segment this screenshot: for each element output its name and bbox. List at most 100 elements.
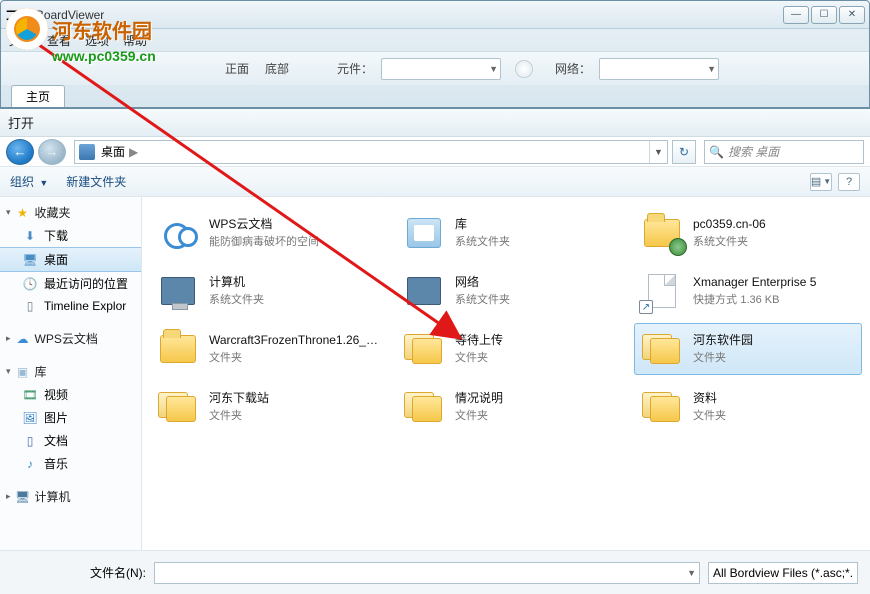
window-controls: — ☐ ✕	[783, 6, 865, 24]
file-item[interactable]: 河东下载站 文件夹	[150, 381, 386, 433]
bulb-icon[interactable]	[515, 60, 533, 78]
sidebar-downloads[interactable]: ⬇下载	[0, 224, 141, 247]
toolbar-component-label: 元件：	[337, 60, 373, 77]
app-icon: ⊐⊏	[5, 5, 32, 25]
expand-icon: ▾	[6, 207, 11, 218]
file-item-text: 库 系统文件夹	[455, 216, 510, 249]
star-icon: ★	[15, 205, 31, 221]
document-icon: ▯	[22, 433, 38, 449]
nav-forward-button[interactable]: →	[38, 139, 66, 165]
file-item-text: 网络 系统文件夹	[455, 274, 510, 307]
file-item[interactable]: 计算机 系统文件夹	[150, 265, 386, 317]
menu-file[interactable]: 文件	[9, 32, 33, 49]
page-icon: ↗	[641, 270, 683, 312]
breadcrumb-sep[interactable]: ▶	[129, 145, 138, 159]
computer-icon: 🖥	[15, 489, 31, 505]
lib-icon	[403, 212, 445, 254]
sidebar-libraries[interactable]: ▾▣库	[0, 360, 141, 383]
toolbar-bottom-label[interactable]: 底部	[265, 60, 289, 77]
expand-icon: ▸	[6, 491, 11, 502]
desktop-icon: 🖥	[22, 252, 38, 268]
close-button[interactable]: ✕	[839, 6, 865, 24]
help-button[interactable]: ?	[838, 173, 860, 191]
breadcrumb[interactable]: 桌面 ▶ ▼	[74, 140, 668, 164]
organize-button[interactable]: 组织 ▼	[10, 173, 48, 190]
filename-input[interactable]: ▼	[154, 562, 700, 584]
dialog-titlebar: 打开	[0, 109, 870, 137]
file-item-name: Xmanager Enterprise 5	[693, 274, 816, 290]
main-titlebar: ⊐⊏ BoardViewer — ☐ ✕	[1, 1, 869, 29]
file-item-name: 河东下载站	[209, 390, 269, 406]
file-item-type: 文件夹	[455, 352, 488, 364]
file-item[interactable]: pc0359.cn-06 系统文件夹	[634, 207, 862, 259]
file-item[interactable]: 河东软件园 文件夹	[634, 323, 862, 375]
folderopen-icon	[641, 386, 683, 428]
cloud-icon: ☁	[15, 331, 31, 347]
file-item-text: 河东软件园 文件夹	[693, 332, 753, 365]
sidebar-video[interactable]: 🎞视频	[0, 383, 141, 406]
main-toolbar: 正面 底部 元件： ▼ 网络： ▼	[1, 51, 869, 85]
search-input[interactable]: 🔍 搜索 桌面	[704, 140, 864, 164]
file-item[interactable]: 等待上传 文件夹	[396, 323, 624, 375]
menu-options[interactable]: 选项	[85, 32, 109, 49]
file-item-text: 等待上传 文件夹	[455, 332, 503, 365]
toolbar-front-label[interactable]: 正面	[225, 60, 249, 77]
filetype-filter[interactable]: All Bordview Files (*.asc;*.	[708, 562, 858, 584]
sidebar-computer[interactable]: ▸🖥计算机	[0, 485, 141, 508]
file-item-type: 系统文件夹	[693, 236, 748, 248]
sidebar-wps[interactable]: ▸☁WPS云文档	[0, 327, 141, 350]
file-item-name: 库	[455, 216, 510, 232]
expand-icon: ▾	[6, 366, 11, 377]
file-item[interactable]: Warcraft3FrozenThrone1.26_chs 文件夹	[150, 323, 386, 375]
dialog-body: ▾★收藏夹 ⬇下载 🖥桌面 🕓最近访问的位置 ▯Timeline Explor …	[0, 197, 870, 550]
net-dropdown[interactable]: ▼	[599, 58, 719, 80]
file-item-name: WPS云文档	[209, 216, 319, 232]
search-icon: 🔍	[709, 145, 724, 159]
breadcrumb-root[interactable]: 桌面	[101, 143, 125, 160]
recent-icon: 🕓	[22, 276, 38, 292]
file-item-type: 文件夹	[455, 410, 488, 422]
file-item-name: pc0359.cn-06	[693, 216, 766, 232]
file-item-text: 河东下载站 文件夹	[209, 390, 269, 423]
minimize-button[interactable]: —	[783, 6, 809, 24]
tab-home[interactable]: 主页	[11, 85, 65, 107]
dialog-title: 打开	[8, 113, 34, 132]
sidebar-timeline[interactable]: ▯Timeline Explor	[0, 295, 141, 317]
file-item[interactable]: 网络 系统文件夹	[396, 265, 624, 317]
sidebar-recent[interactable]: 🕓最近访问的位置	[0, 272, 141, 295]
file-item-name: 计算机	[209, 274, 264, 290]
sidebar-favorites[interactable]: ▾★收藏夹	[0, 201, 141, 224]
menu-view[interactable]: 查看	[47, 32, 71, 49]
sidebar-music[interactable]: ♪音乐	[0, 452, 141, 475]
file-item-name: 情况说明	[455, 390, 503, 406]
sidebar-desktop[interactable]: 🖥桌面	[0, 247, 141, 272]
file-item[interactable]: 情况说明 文件夹	[396, 381, 624, 433]
music-icon: ♪	[22, 456, 38, 472]
folderuser-icon	[641, 212, 683, 254]
tab-row: 主页	[11, 85, 65, 107]
file-item[interactable]: 库 系统文件夹	[396, 207, 624, 259]
file-item[interactable]: 资料 文件夹	[634, 381, 862, 433]
view-mode-button[interactable]: ▤▼	[810, 173, 832, 191]
menu-help[interactable]: 帮助	[123, 32, 147, 49]
sidebar-pictures[interactable]: 🖼图片	[0, 406, 141, 429]
new-folder-button[interactable]: 新建文件夹	[66, 173, 126, 190]
sidebar-documents[interactable]: ▯文档	[0, 429, 141, 452]
component-dropdown[interactable]: ▼	[381, 58, 501, 80]
maximize-button[interactable]: ☐	[811, 6, 837, 24]
breadcrumb-dropdown[interactable]: ▼	[649, 141, 667, 163]
nav-back-button[interactable]: ←	[6, 139, 34, 165]
main-menubar: 文件 查看 选项 帮助	[1, 29, 869, 51]
main-app-window: ⊐⊏ BoardViewer — ☐ ✕ 文件 查看 选项 帮助 正面 底部 元…	[0, 0, 870, 108]
video-icon: 🎞	[22, 387, 38, 403]
file-icon: ▯	[22, 298, 38, 314]
search-placeholder: 搜索 桌面	[728, 143, 779, 160]
file-item-type: 系统文件夹	[455, 294, 510, 306]
file-item[interactable]: ↗ Xmanager Enterprise 5 快捷方式 1.36 KB	[634, 265, 862, 317]
file-list[interactable]: WPS云文档 能防御病毒破坏的空间 库 系统文件夹 pc0359.cn-06 系…	[142, 197, 870, 550]
refresh-button[interactable]: ↻	[672, 140, 696, 164]
file-item[interactable]: WPS云文档 能防御病毒破坏的空间	[150, 207, 386, 259]
library-icon: ▣	[15, 364, 31, 380]
chevron-down-icon: ▼	[687, 568, 696, 578]
file-item-text: pc0359.cn-06 系统文件夹	[693, 216, 766, 249]
